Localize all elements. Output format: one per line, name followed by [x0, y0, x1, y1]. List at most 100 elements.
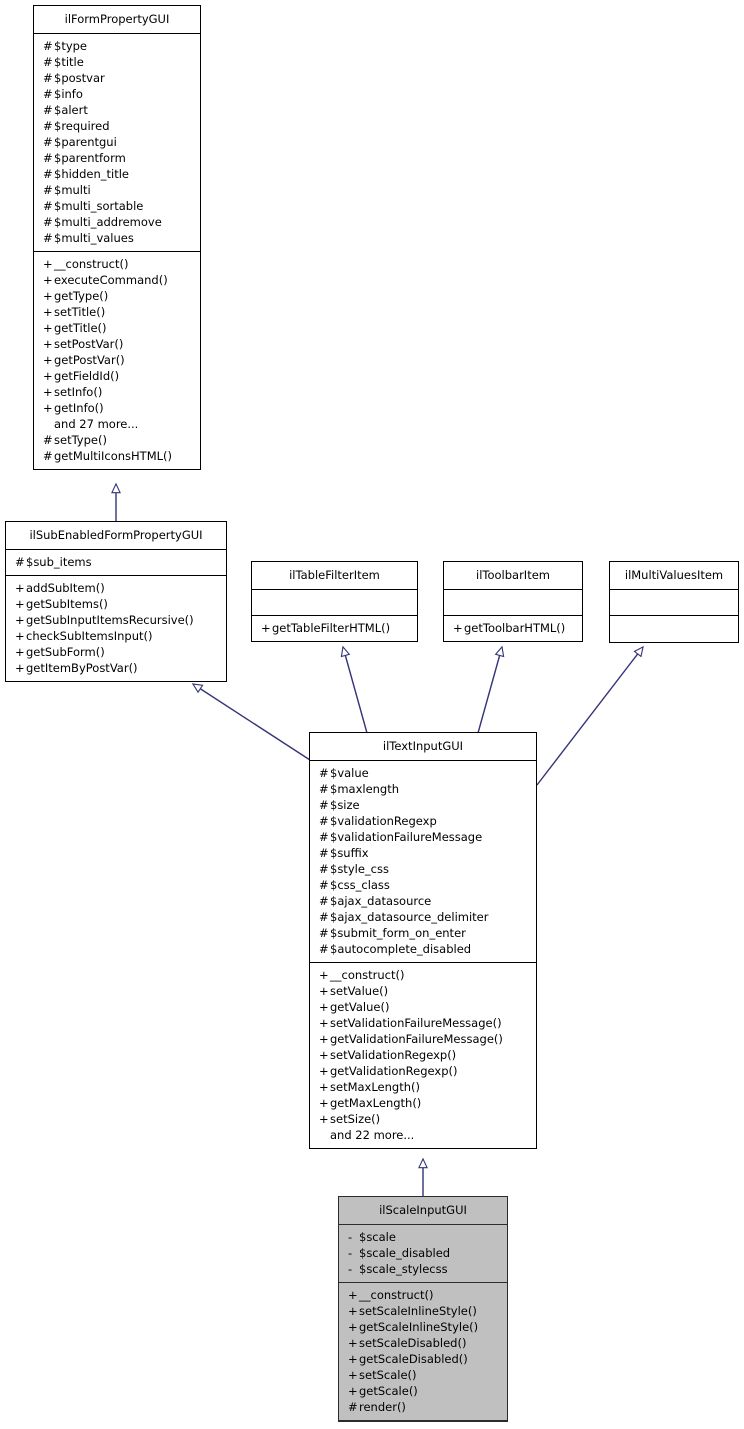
member-label: setSize()	[330, 1112, 381, 1126]
member-label: $autocomplete_disabled	[330, 942, 472, 956]
visibility-marker: -	[348, 1246, 353, 1260]
visibility-marker: #	[43, 119, 53, 133]
visibility-marker: +	[348, 1336, 358, 1350]
member-label: $multi_sortable	[54, 199, 144, 213]
member-label: render()	[359, 1400, 406, 1414]
member-label: setValue()	[330, 984, 389, 998]
member-label: checkSubItemsInput()	[26, 629, 153, 643]
operation-row: +setValidationFailureMessage()	[310, 1015, 536, 1031]
visibility-marker: +	[43, 289, 53, 303]
attribute-row: #$sub_items	[6, 554, 226, 570]
attribute-row: #$parentform	[34, 150, 200, 166]
operation-row: +getMaxLength()	[310, 1095, 536, 1111]
operation-row: +setTitle()	[34, 304, 200, 320]
operation-row: +setMaxLength()	[310, 1079, 536, 1095]
member-label: $validationRegexp	[330, 814, 437, 828]
visibility-marker: #	[43, 433, 53, 447]
class-box-iltoolbaritem[interactable]: ilToolbarItem +getToolbarHTML()	[443, 561, 583, 642]
operation-row: +checkSubItemsInput()	[6, 628, 226, 644]
visibility-marker: +	[319, 1000, 329, 1014]
member-label: getSubForm()	[26, 645, 105, 659]
member-label: setType()	[54, 433, 107, 447]
attribute-row: #$multi_values	[34, 230, 200, 246]
member-label: getMaxLength()	[330, 1096, 422, 1110]
class-box-ilscaleinputgui[interactable]: ilScaleInputGUI - $scale - $scale_disabled…	[338, 1196, 508, 1422]
visibility-marker: #	[348, 1400, 358, 1414]
visibility-marker: #	[319, 798, 329, 812]
member-label: $validationFailureMessage	[330, 830, 483, 844]
operations-compartment-ilsubenabledformpropertygui: +addSubItem() +getSubItems() +getSubInpu…	[6, 576, 226, 681]
visibility-marker: #	[43, 151, 53, 165]
member-label: __construct()	[359, 1288, 434, 1302]
visibility-marker: #	[43, 167, 53, 181]
attributes-compartment-ilscaleinputgui: - $scale - $scale_disabled - $scale_stylecs…	[339, 1225, 507, 1283]
member-label: setScaleInlineStyle()	[359, 1304, 477, 1318]
operation-row: +getScaleDisabled()	[339, 1351, 507, 1367]
visibility-marker: #	[319, 910, 329, 924]
visibility-marker: +	[43, 305, 53, 319]
operation-row: +getItemByPostVar()	[6, 660, 226, 676]
visibility-marker: #	[319, 894, 329, 908]
member-label: setPostVar()	[54, 337, 124, 351]
member-label: getFieldId()	[54, 369, 120, 383]
member-label: $hidden_title	[54, 167, 129, 181]
attribute-row: #$multi_addremove	[34, 214, 200, 230]
visibility-marker: +	[15, 629, 25, 643]
class-box-ilsubenabledformpropertygui[interactable]: ilSubEnabledFormPropertyGUI #$sub_items …	[5, 521, 227, 682]
operations-compartment-iltablefilteritem: +getTableFilterHTML()	[252, 616, 417, 641]
class-title-iltextinputgui: ilTextInputGUI	[310, 733, 536, 761]
member-label: getSubInputItemsRecursive()	[26, 613, 194, 627]
visibility-marker: -	[348, 1230, 353, 1244]
member-label: $parentform	[54, 151, 126, 165]
attribute-row: #$autocomplete_disabled	[310, 941, 536, 957]
operation-row: #setType()	[34, 432, 200, 448]
attribute-row: #$validationFailureMessage	[310, 829, 536, 845]
member-label: $alert	[54, 103, 88, 117]
visibility-marker: +	[43, 385, 53, 399]
class-title-ilformpropertygui: ilFormPropertyGUI	[34, 6, 200, 34]
class-box-iltablefilteritem[interactable]: ilTableFilterItem +getTableFilterHTML()	[251, 561, 418, 642]
member-label: getToolbarHTML()	[464, 621, 566, 635]
member-label: setScaleDisabled()	[359, 1336, 467, 1350]
visibility-marker: +	[319, 1048, 329, 1062]
visibility-marker: #	[319, 862, 329, 876]
operations-compartment-ilformpropertygui: +__construct() +executeCommand() +getTyp…	[34, 252, 200, 469]
visibility-marker: +	[43, 353, 53, 367]
class-title-ilmultivaluesitem: ilMultiValuesItem	[610, 562, 738, 590]
member-label: setValidationFailureMessage()	[330, 1016, 502, 1030]
visibility-marker: +	[261, 621, 271, 635]
member-label: and 22 more...	[330, 1128, 415, 1142]
edge-textinput-to-tablefilteritem	[340, 645, 368, 734]
operations-compartment-iltoolbaritem: +getToolbarHTML()	[444, 616, 582, 641]
member-label: $postvar	[54, 71, 105, 85]
member-label: getMultiIconsHTML()	[54, 449, 172, 463]
attribute-row: #$value	[310, 765, 536, 781]
uml-class-diagram: ilFormPropertyGUI #$type #$title #$postv…	[0, 0, 744, 1429]
member-label: getValidationFailureMessage()	[330, 1032, 503, 1046]
visibility-marker: #	[319, 830, 329, 844]
operation-row: +setValidationRegexp()	[310, 1047, 536, 1063]
operation-row: #render()	[339, 1399, 507, 1415]
member-label: setMaxLength()	[330, 1080, 420, 1094]
attribute-row: #$parentgui	[34, 134, 200, 150]
visibility-marker: #	[319, 814, 329, 828]
class-box-ilmultivaluesitem[interactable]: ilMultiValuesItem	[609, 561, 739, 643]
visibility-marker: #	[43, 215, 53, 229]
operations-compartment-iltextinputgui: +__construct() +setValue() +getValue() +…	[310, 963, 536, 1148]
visibility-marker: +	[348, 1288, 358, 1302]
edge-textinput-to-toolbaritem	[477, 645, 505, 734]
member-label: $maxlength	[330, 782, 400, 796]
visibility-marker: +	[15, 581, 25, 595]
attributes-compartment-ilmultivaluesitem	[610, 590, 738, 616]
operation-row: +getInfo()	[34, 400, 200, 416]
attribute-row: #$multi_sortable	[34, 198, 200, 214]
class-box-iltextinputgui[interactable]: ilTextInputGUI #$value #$maxlength #$siz…	[309, 732, 537, 1149]
visibility-marker: #	[15, 555, 25, 569]
class-box-ilformpropertygui[interactable]: ilFormPropertyGUI #$type #$title #$postv…	[33, 5, 201, 470]
member-label: $scale_stylecss	[359, 1262, 448, 1276]
member-label: $suffix	[330, 846, 369, 860]
edge-textinput-to-subenabled	[191, 683, 311, 761]
member-label: $required	[54, 119, 110, 133]
attribute-row: #$css_class	[310, 877, 536, 893]
attributes-compartment-ilsubenabledformpropertygui: #$sub_items	[6, 550, 226, 576]
